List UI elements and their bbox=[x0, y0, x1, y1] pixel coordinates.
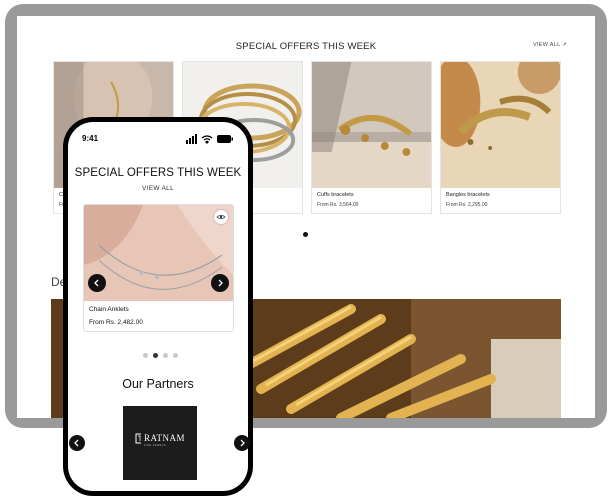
product-price: From Rs. 3,564.00 bbox=[317, 202, 359, 208]
desktop-product-card-4[interactable]: Bangles bracelets From Rs. 2,295.00 bbox=[440, 61, 561, 214]
phone-section-title: SPECIAL OFFERS THIS WEEK bbox=[74, 167, 242, 179]
product-name: Bangles bracelets bbox=[446, 192, 490, 198]
phone-view-all-link[interactable]: VIEW ALL bbox=[68, 185, 248, 192]
phone-frame: 9:41 SPECIAL OFFERS THIS WEEK VIEW ALL C… bbox=[63, 117, 253, 496]
phone-screen: 9:41 SPECIAL OFFERS THIS WEEK VIEW ALL C… bbox=[68, 122, 248, 491]
battery-icon bbox=[217, 135, 233, 143]
desktop-view-all-link[interactable]: VIEW ALL ↗ bbox=[533, 42, 567, 48]
desktop-section-title: SPECIAL OFFERS THIS WEEK bbox=[235, 41, 377, 52]
partner-tagline: FINE JEWELS bbox=[144, 444, 166, 447]
partner-logo-ratnam[interactable]: RATNAM FINE JEWELS bbox=[123, 406, 197, 480]
product-image bbox=[312, 62, 431, 188]
product-price: From Rs. 2,295.00 bbox=[446, 202, 488, 208]
product-image bbox=[441, 62, 560, 188]
carousel-dot[interactable] bbox=[163, 353, 168, 358]
carousel-dot-active[interactable] bbox=[153, 353, 158, 358]
desktop-carousel-dot[interactable] bbox=[303, 232, 308, 237]
wifi-icon bbox=[201, 135, 213, 144]
phone-carousel-dots[interactable] bbox=[143, 353, 179, 359]
product-name: Chain Anklets bbox=[89, 306, 129, 313]
partners-heading: Our Partners bbox=[122, 377, 194, 391]
quick-view-eye-icon[interactable] bbox=[214, 210, 228, 224]
desktop-product-card-3[interactable]: Cuffs bracelets From Rs. 3,564.00 bbox=[311, 61, 432, 214]
product-price: From Rs. 2,482.00 bbox=[89, 319, 143, 326]
partners-next-chevron-right-icon[interactable] bbox=[234, 435, 250, 451]
carousel-dot[interactable] bbox=[143, 353, 148, 358]
carousel-prev-chevron-left-icon[interactable] bbox=[88, 274, 106, 292]
phone-product-card[interactable]: Chain Anklets From Rs. 2,482.00 bbox=[83, 204, 234, 332]
carousel-next-chevron-right-icon[interactable] bbox=[211, 274, 229, 292]
product-name: Cuffs bracelets bbox=[317, 192, 354, 198]
ratnam-logo-mark-icon bbox=[135, 433, 141, 444]
signal-icon bbox=[186, 134, 197, 144]
status-time: 9:41 bbox=[82, 134, 99, 143]
status-icons bbox=[186, 134, 233, 144]
partner-name: RATNAM bbox=[144, 433, 186, 443]
partners-prev-chevron-left-icon[interactable] bbox=[69, 435, 85, 451]
carousel-dot[interactable] bbox=[173, 353, 178, 358]
